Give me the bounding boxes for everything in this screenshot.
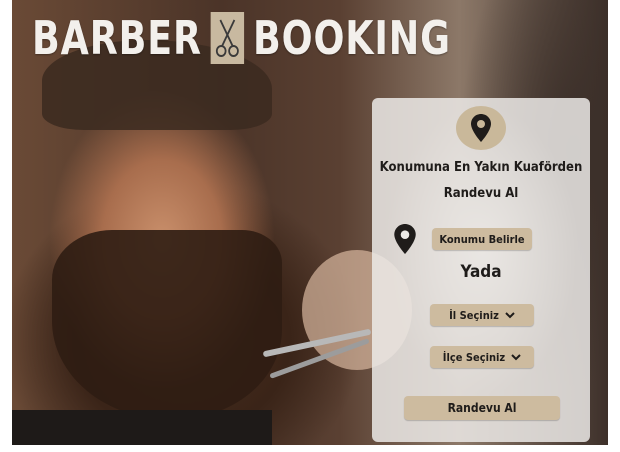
- district-select[interactable]: İlçe Seçiniz: [430, 346, 534, 368]
- hero-background: BARBER BOOKING Konumuna En Yakın Kuaförd…: [12, 0, 608, 445]
- province-select-label: İl Seçiniz: [449, 308, 499, 322]
- district-select-label: İlçe Seçiniz: [442, 350, 506, 364]
- location-pin-icon: [456, 106, 506, 150]
- locate-pin-icon: [394, 224, 416, 258]
- background-shirt: [12, 410, 272, 445]
- chevron-down-icon: [505, 309, 515, 322]
- brand-logo: BARBER BOOKING: [32, 12, 451, 64]
- background-beard: [52, 230, 282, 420]
- locate-button[interactable]: Konumu Belirle: [432, 228, 532, 250]
- brand-text-left: BARBER: [32, 11, 202, 65]
- booking-panel: Konumuna En Yakın Kuaförden Randevu Al K…: [372, 98, 590, 442]
- panel-headline-line1: Konumuna En Yakın Kuaförden: [379, 160, 583, 175]
- brand-text-right: BOOKING: [252, 11, 451, 65]
- chevron-down-icon: [511, 351, 521, 364]
- panel-headline-line2: Randevu Al: [443, 186, 519, 201]
- province-select[interactable]: İl Seçiniz: [430, 304, 534, 326]
- or-separator: Yada: [460, 262, 502, 282]
- book-appointment-button[interactable]: Randevu Al: [404, 396, 560, 420]
- scissors-icon: [210, 12, 245, 64]
